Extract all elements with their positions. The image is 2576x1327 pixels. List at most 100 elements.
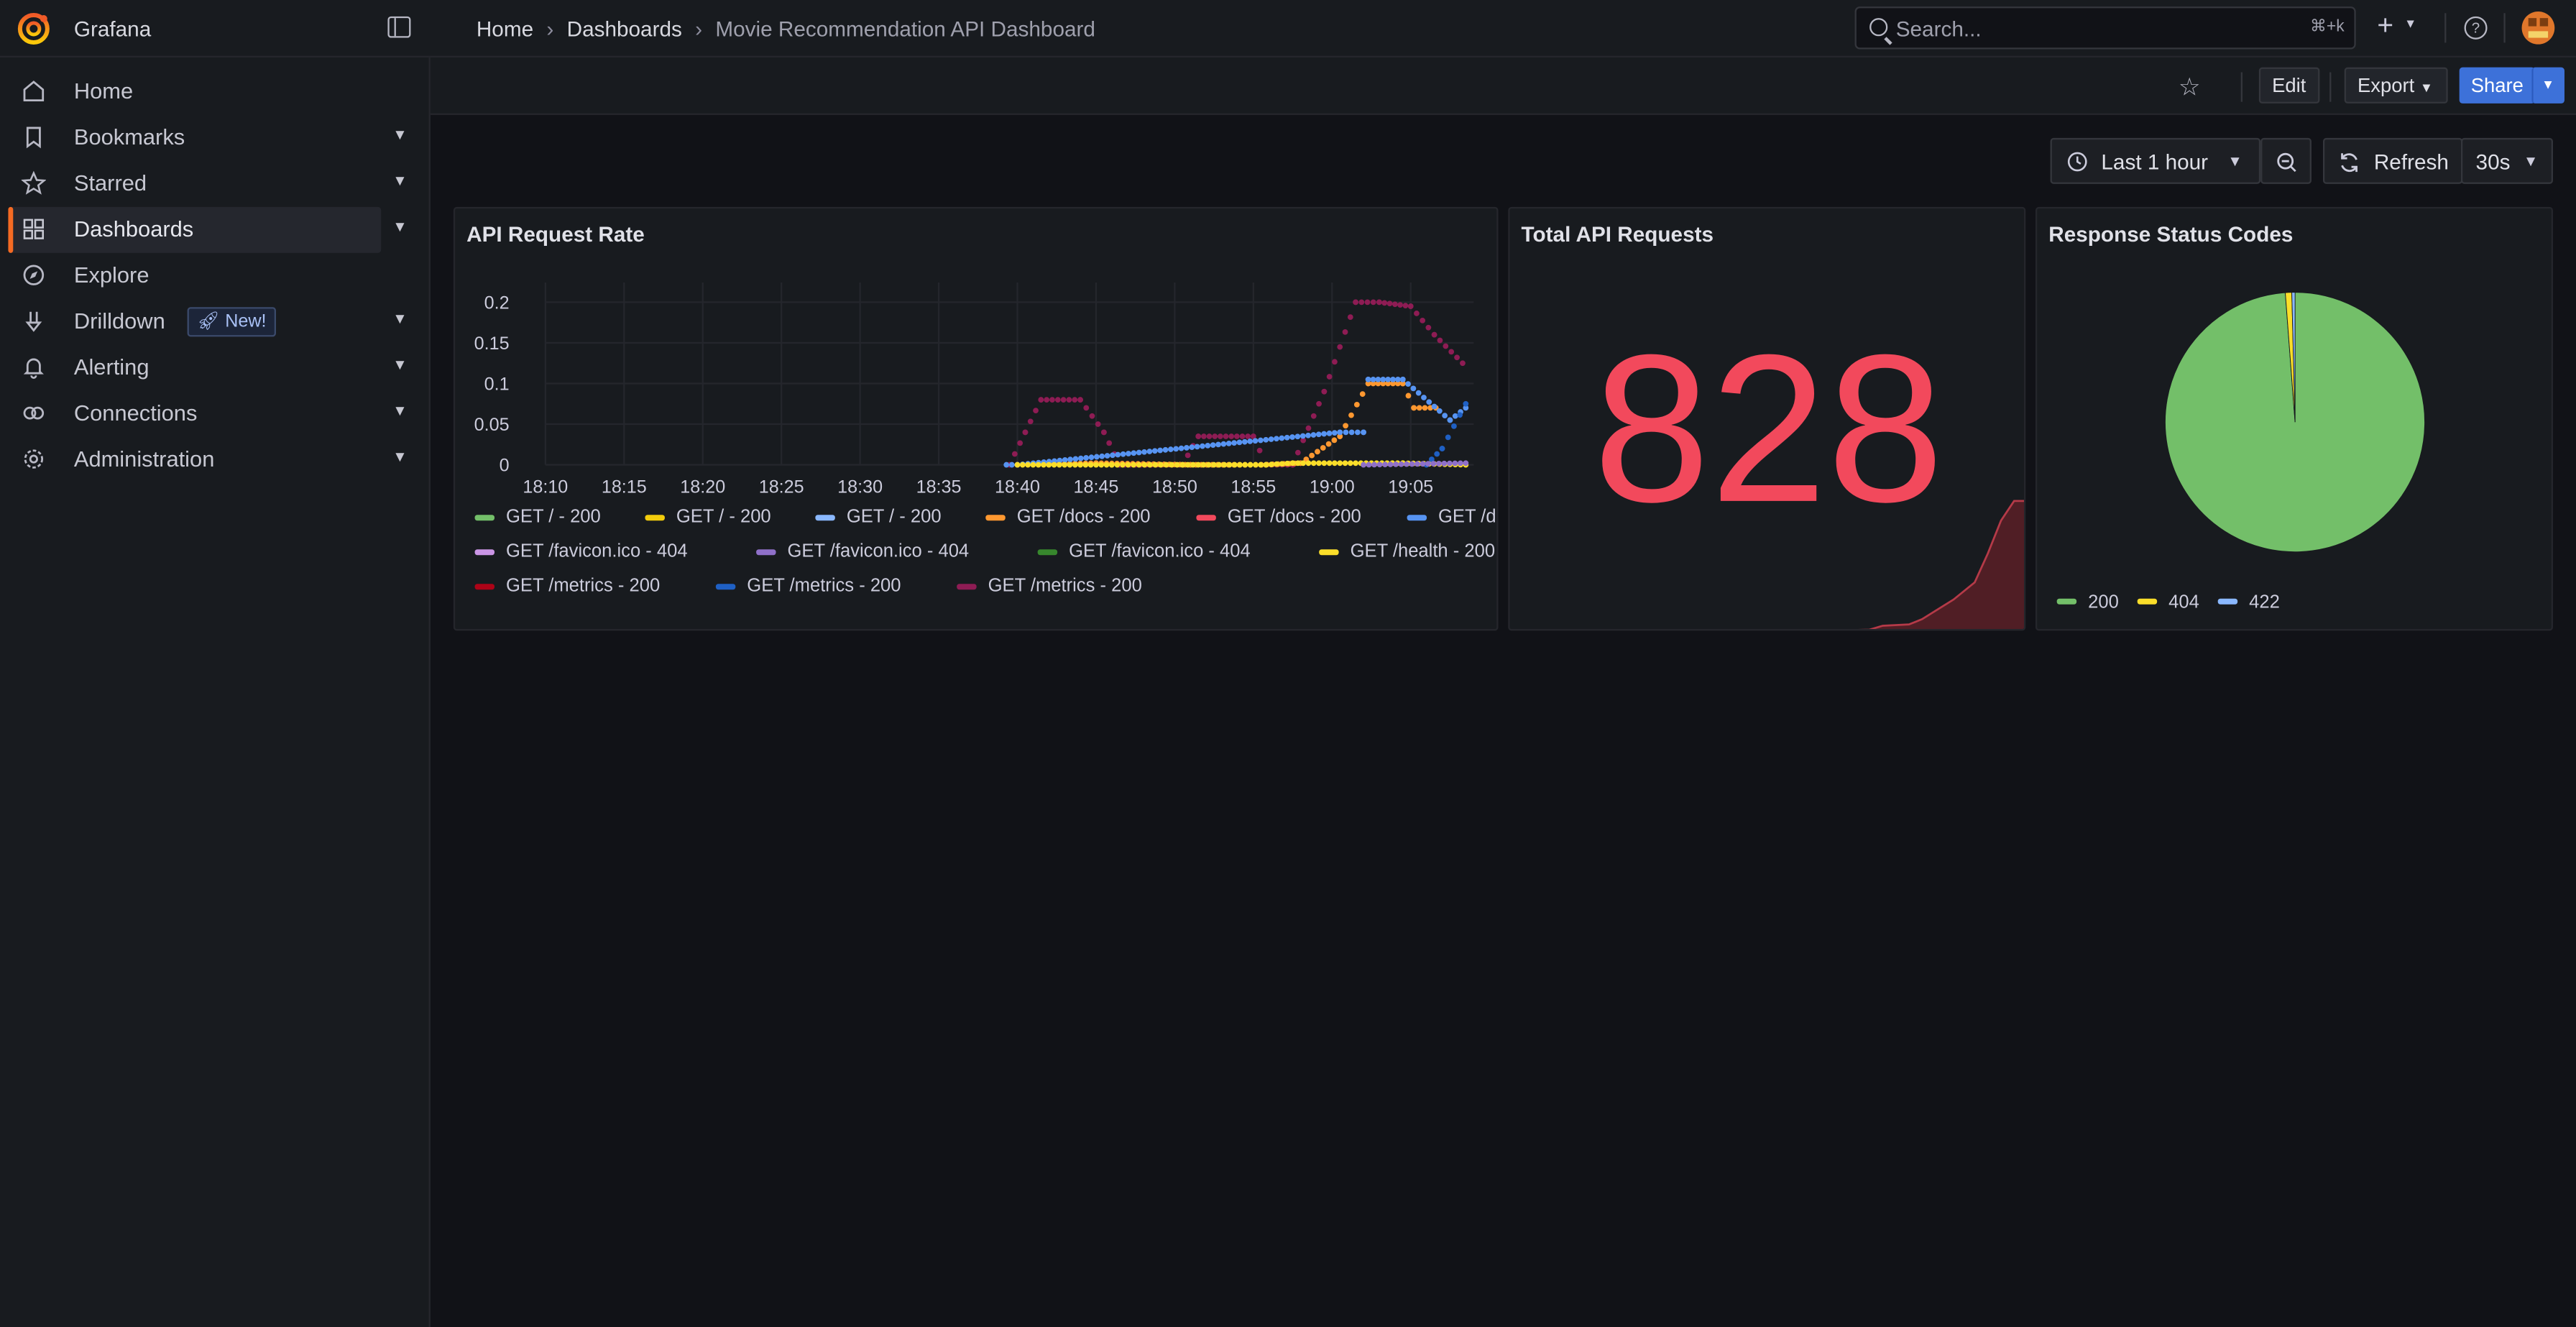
legend-item: GET /favicon.ico - 404 — [474, 541, 688, 561]
x-tick-label: 18:45 — [1074, 477, 1119, 497]
legend-item: GET /health - 200 — [1319, 541, 1495, 561]
data-point — [1420, 461, 1426, 467]
data-point — [1343, 429, 1349, 436]
chevron-down-icon[interactable]: ▼ — [392, 173, 407, 189]
data-point — [1337, 460, 1343, 467]
data-point — [1114, 462, 1121, 468]
grafana-logo-icon[interactable] — [17, 12, 51, 46]
data-point — [1370, 376, 1376, 382]
data-point — [1326, 460, 1333, 467]
data-point — [1223, 433, 1229, 439]
data-point — [1195, 433, 1202, 439]
search-input[interactable] — [1895, 14, 2291, 43]
avatar[interactable] — [2521, 11, 2555, 45]
chevron-down-icon[interactable]: ▼ — [392, 357, 407, 373]
data-point — [1390, 376, 1396, 382]
data-point — [1421, 395, 1427, 400]
export-button[interactable]: Export ▼ — [2344, 67, 2448, 104]
data-point — [1060, 397, 1067, 403]
legend-swatch — [1319, 549, 1339, 556]
time-range-picker[interactable]: Last 1 hour ▼ — [2050, 137, 2261, 184]
help-icon[interactable]: ? — [2464, 16, 2488, 40]
edit-button[interactable]: Edit — [2258, 67, 2319, 104]
chevron-down-icon[interactable]: ▼ — [392, 127, 407, 143]
x-tick-label: 18:40 — [995, 477, 1040, 497]
zoom-out-button[interactable] — [2260, 137, 2312, 184]
data-point — [1072, 456, 1079, 462]
data-point — [1268, 462, 1274, 468]
sidebar-item-connections[interactable]: Connections ▼ — [0, 391, 431, 437]
legend-label: GET /metrics - 200 — [747, 575, 901, 595]
data-point — [1236, 439, 1243, 446]
sidebar: Home Bookmarks ▼ Starred ▼ Dashboards ▼ — [0, 57, 431, 1327]
data-point — [1035, 462, 1041, 468]
data-point — [1407, 303, 1414, 309]
data-point — [1361, 429, 1366, 436]
breadcrumb-dashboards[interactable]: Dashboards — [567, 17, 682, 41]
data-point — [1409, 461, 1415, 467]
sidebar-item-bookmarks[interactable]: Bookmarks ▼ — [0, 115, 431, 161]
data-point — [1226, 462, 1233, 468]
data-point — [1239, 433, 1246, 439]
panel-api-request-rate[interactable]: API Request Rate 18:10 18:15 18:20 18:25 18:… — [453, 206, 1499, 631]
apps-icon — [23, 219, 44, 239]
legend-item: 404 — [2137, 592, 2199, 612]
new-plus-icon[interactable]: + — [2377, 12, 2393, 40]
data-point — [1008, 462, 1015, 468]
data-point — [1151, 448, 1158, 454]
data-point — [1320, 445, 1326, 451]
data-point — [1103, 462, 1110, 468]
refresh-button[interactable]: Refresh — [2322, 137, 2463, 184]
chevron-down-icon[interactable]: ▾ — [2407, 15, 2414, 33]
data-point — [1348, 429, 1355, 436]
data-point — [1200, 433, 1207, 439]
data-point — [1083, 405, 1090, 411]
data-point — [1463, 460, 1469, 467]
data-point — [1072, 397, 1078, 403]
data-point — [1332, 359, 1338, 365]
share-options-chevron-icon[interactable]: ▼ — [2531, 67, 2564, 104]
top-bar: Grafana Home › Dashboards › Movie Recomm… — [0, 0, 2576, 58]
data-point — [1093, 462, 1099, 468]
star-icon[interactable]: ☆ — [2179, 73, 2201, 102]
chevron-down-icon[interactable]: ▼ — [392, 449, 407, 465]
data-point — [1088, 454, 1095, 461]
panel-total-api-requests[interactable]: Total API Requests 828 — [1508, 206, 2026, 631]
data-point — [1247, 438, 1254, 444]
share-button[interactable]: Share — [2459, 67, 2535, 104]
chevron-down-icon[interactable]: ▼ — [392, 311, 407, 327]
data-point — [1342, 460, 1348, 467]
legend-label: GET / - 200 — [676, 507, 771, 527]
sidebar-item-dashboards[interactable]: Dashboards ▼ — [8, 206, 408, 253]
new-badge: 🚀︎ New! — [187, 307, 277, 337]
sidebar-item-home[interactable]: Home — [0, 69, 431, 115]
refresh-interval-picker[interactable]: 30s ▼ — [2460, 137, 2553, 184]
legend-label: GET /favicon.ico - 404 — [788, 541, 970, 561]
sidebar-item-label: Connections — [73, 400, 198, 426]
sidebar-item-alerting[interactable]: Alerting ▼ — [0, 345, 431, 391]
legend-label: GET /metrics - 200 — [988, 575, 1142, 595]
legend-label: GET /health - 200 — [1351, 541, 1495, 561]
chevron-down-icon[interactable]: ▼ — [392, 403, 407, 419]
chevron-down-icon[interactable]: ▼ — [392, 219, 407, 235]
data-point — [1325, 441, 1332, 447]
sidebar-item-explore[interactable]: Explore — [0, 253, 431, 299]
sidebar-item-starred[interactable]: Starred ▼ — [0, 161, 431, 207]
data-point — [1067, 462, 1073, 468]
data-point — [1448, 349, 1455, 355]
legend-swatch — [815, 515, 835, 521]
breadcrumb-home[interactable]: Home — [477, 17, 533, 41]
legend-item: GET / - 200 — [645, 507, 771, 527]
legend-label: 422 — [2249, 592, 2280, 612]
data-point — [1206, 433, 1213, 439]
data-point — [1441, 460, 1448, 467]
active-indicator — [8, 206, 14, 253]
search-box[interactable]: ⌘+k — [1854, 6, 2356, 50]
sidebar-item-drilldown[interactable]: Drilldown 🚀︎ New! ▼ — [0, 299, 431, 345]
data-point — [1252, 462, 1259, 468]
data-point — [1157, 447, 1164, 454]
dock-menu-icon[interactable] — [387, 16, 411, 38]
sidebar-item-administration[interactable]: Administration ▼ — [0, 437, 431, 483]
panel-response-status-codes[interactable]: Response Status Codes 200 404 422 — [2035, 206, 2553, 631]
data-point — [1442, 413, 1448, 418]
